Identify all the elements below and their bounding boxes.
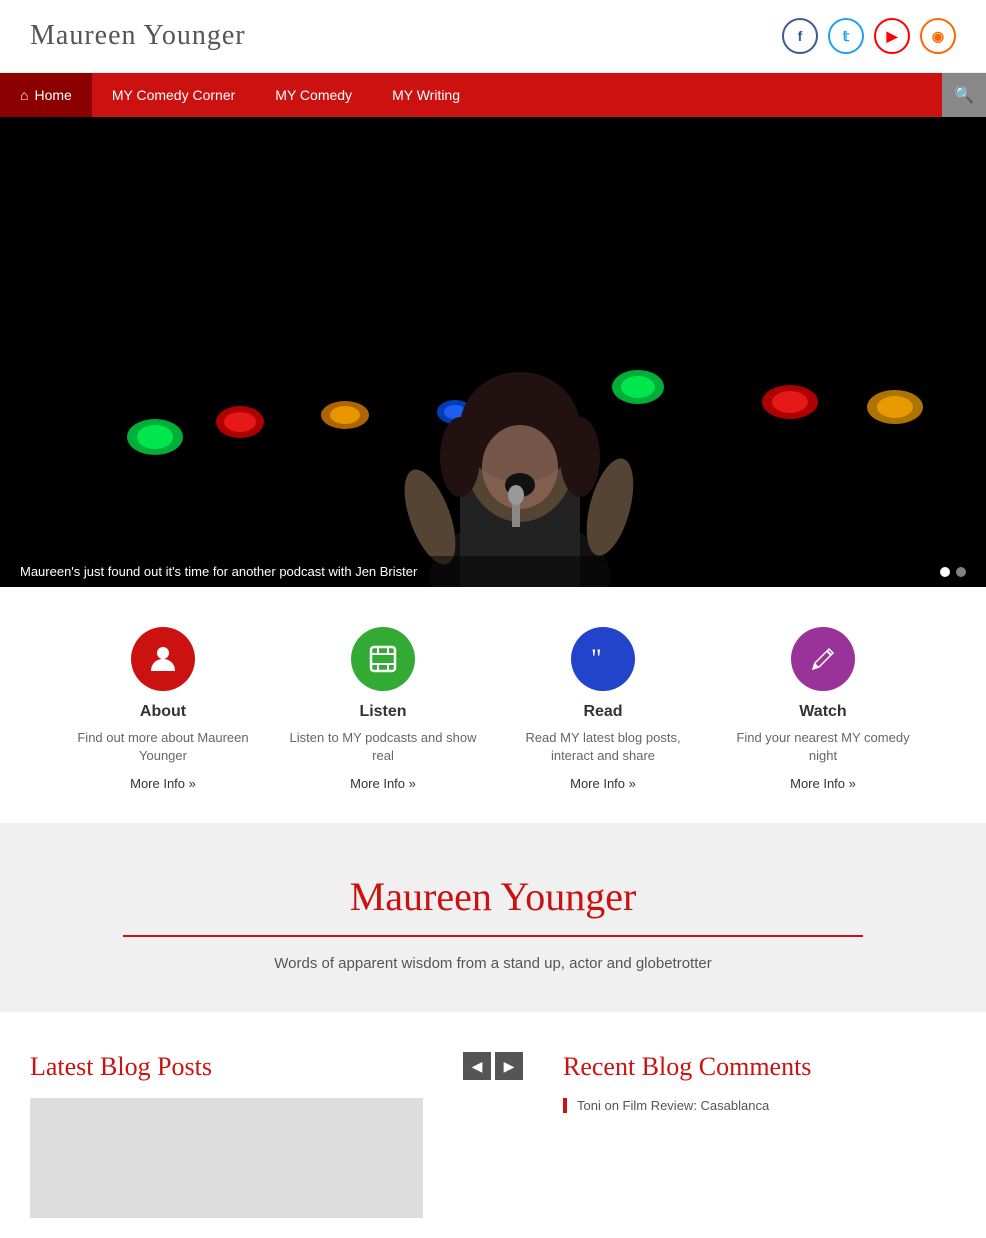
about-title: About — [68, 703, 258, 721]
about-link[interactable]: More Info » — [130, 776, 196, 791]
listen-title: Listen — [288, 703, 478, 721]
search-button[interactable]: 🔍 — [942, 73, 986, 117]
feature-watch: Watch Find your nearest MY comedy night … — [713, 627, 933, 793]
watch-icon-circle[interactable] — [791, 627, 855, 691]
blog-left: Latest Blog Posts — [30, 1052, 423, 1218]
hero-background — [0, 117, 986, 587]
read-title: Read — [508, 703, 698, 721]
hero-section: Maureen's just found out it's time for a… — [0, 117, 986, 587]
about-section: Maureen Younger Words of apparent wisdom… — [0, 823, 986, 1012]
about-divider — [123, 935, 864, 937]
search-icon: 🔍 — [954, 85, 974, 105]
about-icon-circle[interactable] — [131, 627, 195, 691]
hero-caption: Maureen's just found out it's time for a… — [0, 556, 986, 587]
feature-about: About Find out more about Maureen Younge… — [53, 627, 273, 793]
watch-desc: Find your nearest MY comedy night — [728, 729, 918, 765]
watch-link[interactable]: More Info » — [790, 776, 856, 791]
blog-right: Recent Blog Comments Toni on Film Review… — [563, 1052, 956, 1125]
listen-icon-circle[interactable] — [351, 627, 415, 691]
feature-listen: Listen Listen to MY podcasts and show re… — [273, 627, 493, 793]
read-icon-circle[interactable]: " — [571, 627, 635, 691]
recent-comment: Toni on Film Review: Casablanca — [563, 1098, 956, 1113]
site-title: Maureen Younger — [30, 20, 246, 52]
twitter-icon[interactable]: 𝕥 — [828, 18, 864, 54]
hero-dots[interactable] — [940, 567, 966, 577]
nav-comedy[interactable]: MY Comedy — [255, 73, 372, 117]
features-section: About Find out more about Maureen Younge… — [0, 587, 986, 823]
rss-icon[interactable]: ◉ — [920, 18, 956, 54]
listen-link[interactable]: More Info » — [350, 776, 416, 791]
youtube-icon[interactable]: ▶ — [874, 18, 910, 54]
navigation: ⌂ Home MY Comedy Corner MY Comedy MY Wri… — [0, 73, 986, 117]
recent-comments-title: Recent Blog Comments — [563, 1052, 956, 1082]
listen-desc: Listen to MY podcasts and show real — [288, 729, 478, 765]
nav-writing[interactable]: MY Writing — [372, 73, 480, 117]
about-section-subtitle: Words of apparent wisdom from a stand up… — [30, 955, 956, 972]
blog-row: Latest Blog Posts ◀ ▶ Recent Blog Commen… — [30, 1052, 956, 1218]
blog-next-button[interactable]: ▶ — [495, 1052, 523, 1080]
facebook-icon[interactable]: f — [782, 18, 818, 54]
quote-icon: " — [587, 643, 619, 675]
social-icons: f 𝕥 ▶ ◉ — [782, 18, 956, 54]
film-icon — [367, 643, 399, 675]
blog-nav-container: ◀ ▶ — [463, 1052, 523, 1096]
read-desc: Read MY latest blog posts, interact and … — [508, 729, 698, 765]
about-desc: Find out more about Maureen Younger — [68, 729, 258, 765]
hero-dot-1[interactable] — [940, 567, 950, 577]
site-header: Maureen Younger f 𝕥 ▶ ◉ — [0, 0, 986, 73]
hero-dot-2[interactable] — [956, 567, 966, 577]
blog-prev-button[interactable]: ◀ — [463, 1052, 491, 1080]
latest-blog-title: Latest Blog Posts — [30, 1052, 423, 1082]
nav-comedy-corner[interactable]: MY Comedy Corner — [92, 73, 255, 117]
home-icon: ⌂ — [20, 87, 28, 103]
svg-text:": " — [591, 644, 602, 673]
comment-text: Toni on Film Review: Casablanca — [577, 1098, 956, 1113]
watch-title: Watch — [728, 703, 918, 721]
read-link[interactable]: More Info » — [570, 776, 636, 791]
about-section-title: Maureen Younger — [30, 873, 956, 920]
person-icon — [147, 643, 179, 675]
blog-navigation: ◀ ▶ — [463, 1052, 523, 1080]
blog-post-placeholder — [30, 1098, 423, 1218]
pencil-icon — [807, 643, 839, 675]
nav-home[interactable]: ⌂ Home — [0, 73, 92, 117]
blog-section: Latest Blog Posts ◀ ▶ Recent Blog Commen… — [0, 1012, 986, 1238]
feature-read: " Read Read MY latest blog posts, intera… — [493, 627, 713, 793]
